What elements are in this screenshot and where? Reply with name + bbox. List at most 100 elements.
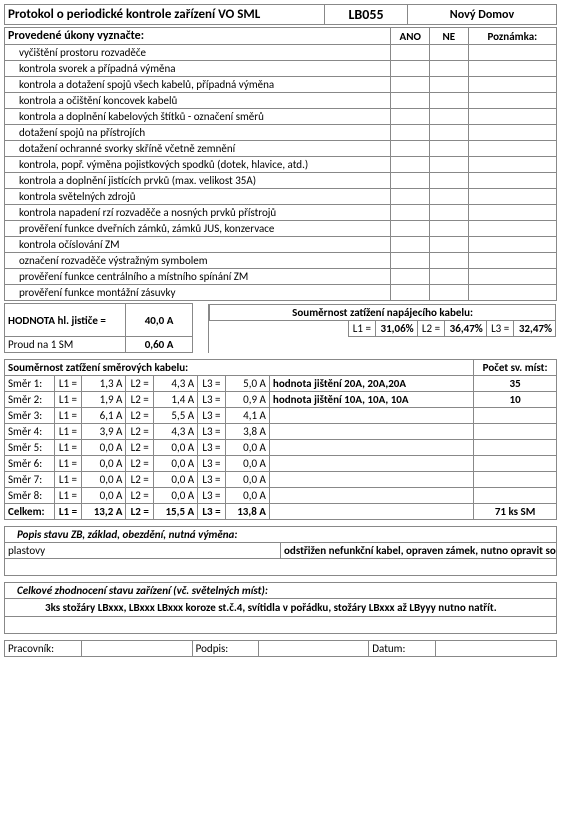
l1-lbl: L1 = xyxy=(54,472,82,488)
dir-count xyxy=(474,424,557,440)
l1-val: 13,2 A xyxy=(82,504,126,520)
l2-val: 0,0 A xyxy=(154,472,198,488)
dir-count: 35 xyxy=(474,376,557,392)
feed-l2: 36,47% xyxy=(445,320,486,336)
l3-lbl: L3 = xyxy=(198,392,226,408)
dir-note xyxy=(269,456,473,472)
task-no[interactable] xyxy=(430,109,469,125)
task-yes[interactable] xyxy=(391,157,430,173)
date-value[interactable] xyxy=(435,641,556,657)
dir-count xyxy=(474,408,557,424)
l3-val: 4,1 A xyxy=(225,408,269,424)
l1-lbl: L1 = xyxy=(54,440,82,456)
l3-lbl: L3 = xyxy=(198,472,226,488)
task-note[interactable] xyxy=(468,141,556,157)
task-yes[interactable] xyxy=(391,173,430,189)
task-yes[interactable] xyxy=(391,93,430,109)
task-note[interactable] xyxy=(468,125,556,141)
l3-lbl: L3 = xyxy=(198,456,226,472)
task-yes[interactable] xyxy=(391,109,430,125)
task-no[interactable] xyxy=(430,93,469,109)
task-yes[interactable] xyxy=(391,45,430,61)
task-note[interactable] xyxy=(468,285,556,301)
dir-note xyxy=(269,504,473,520)
task-label: dotažení spojů na přístrojích xyxy=(5,125,391,141)
dir-note xyxy=(269,424,473,440)
task-note[interactable] xyxy=(468,205,556,221)
zb-text: odstřižen nefunkční kabel, opraven zámek… xyxy=(281,543,557,559)
task-no[interactable] xyxy=(430,285,469,301)
task-no[interactable] xyxy=(430,173,469,189)
task-no[interactable] xyxy=(430,45,469,61)
task-note[interactable] xyxy=(468,269,556,285)
task-yes[interactable] xyxy=(391,269,430,285)
l2-val: 0,0 A xyxy=(154,456,198,472)
dir-count xyxy=(474,472,557,488)
l1-lbl: L1 = xyxy=(54,376,82,392)
task-yes[interactable] xyxy=(391,205,430,221)
task-no[interactable] xyxy=(430,205,469,221)
task-note[interactable] xyxy=(468,109,556,125)
sign-value[interactable] xyxy=(258,641,368,657)
task-no[interactable] xyxy=(430,269,469,285)
task-note[interactable] xyxy=(468,173,556,189)
task-note[interactable] xyxy=(468,157,556,173)
l3-val: 3,8 A xyxy=(225,424,269,440)
overall-table: Celkové zhodnocení stavu zařízení (vč. s… xyxy=(4,582,557,634)
l3-lbl: L3 = xyxy=(198,440,226,456)
feed-l2-lbl: L2 = xyxy=(417,320,445,336)
places-title: Počet sv. míst: xyxy=(474,360,557,376)
task-yes[interactable] xyxy=(391,253,430,269)
dir-note xyxy=(269,440,473,456)
task-note[interactable] xyxy=(468,253,556,269)
l1-lbl: L1 = xyxy=(54,504,82,520)
task-no[interactable] xyxy=(430,253,469,269)
task-note[interactable] xyxy=(468,61,556,77)
task-yes[interactable] xyxy=(391,77,430,93)
task-no[interactable] xyxy=(430,237,469,253)
task-no[interactable] xyxy=(430,157,469,173)
task-note[interactable] xyxy=(468,189,556,205)
dir-name: Směr 4: xyxy=(5,424,55,440)
task-label: kontrola svorek a případná výměna xyxy=(5,61,391,77)
worker-value[interactable] xyxy=(82,641,192,657)
task-note[interactable] xyxy=(468,93,556,109)
task-no[interactable] xyxy=(430,221,469,237)
task-yes[interactable] xyxy=(391,141,430,157)
dir-note: hodnota jištění 20A, 20A,20A xyxy=(269,376,473,392)
task-note[interactable] xyxy=(468,77,556,93)
task-note[interactable] xyxy=(468,45,556,61)
task-label: kontrola a očištění koncovek kabelů xyxy=(5,93,391,109)
dir-name: Směr 6: xyxy=(5,456,55,472)
task-label: prověření funkce montážní zásuvky xyxy=(5,285,391,301)
task-note[interactable] xyxy=(468,237,556,253)
l1-val: 0,0 A xyxy=(82,456,126,472)
task-yes[interactable] xyxy=(391,189,430,205)
tasks-title: Provedené úkony vyznačte: xyxy=(5,28,391,45)
dir-title: Souměrnost zatížení směrových kabelu: xyxy=(5,360,474,376)
dir-name: Směr 7: xyxy=(5,472,55,488)
l1-val: 0,0 A xyxy=(82,488,126,504)
task-yes[interactable] xyxy=(391,61,430,77)
task-no[interactable] xyxy=(430,125,469,141)
l3-val: 5,0 A xyxy=(225,376,269,392)
task-no[interactable] xyxy=(430,189,469,205)
feed-l1: 31,06% xyxy=(376,320,417,336)
dir-note xyxy=(269,488,473,504)
dir-name: Celkem: xyxy=(5,504,55,520)
task-yes[interactable] xyxy=(391,221,430,237)
per-sm-label: Proud na 1 SM xyxy=(5,337,126,353)
task-note[interactable] xyxy=(468,221,556,237)
feed-l3: 32,47% xyxy=(514,320,556,336)
col-yes: ANO xyxy=(391,28,430,45)
dir-count: 71 ks SM xyxy=(474,504,557,520)
task-yes[interactable] xyxy=(391,125,430,141)
dir-count xyxy=(474,488,557,504)
task-yes[interactable] xyxy=(391,285,430,301)
task-no[interactable] xyxy=(430,77,469,93)
l2-lbl: L2 = xyxy=(126,424,154,440)
task-no[interactable] xyxy=(430,141,469,157)
task-no[interactable] xyxy=(430,61,469,77)
l1-lbl: L1 = xyxy=(54,424,82,440)
task-yes[interactable] xyxy=(391,237,430,253)
